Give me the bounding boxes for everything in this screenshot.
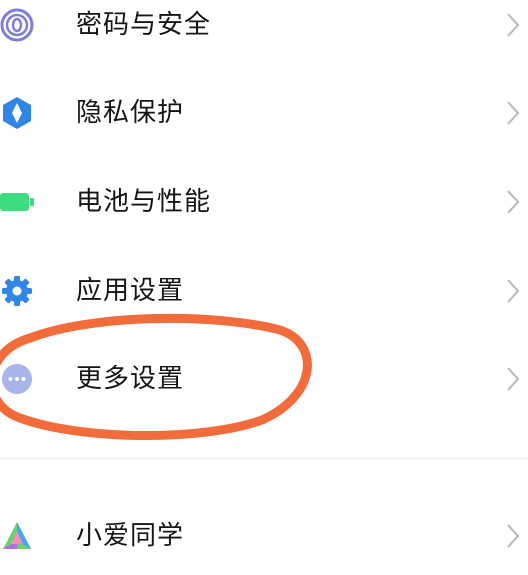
xiaoai-icon [0, 519, 34, 553]
chevron-right-icon [506, 99, 520, 127]
section-divider [0, 458, 528, 459]
settings-item-password-security[interactable]: 密码与安全 [0, 0, 528, 64]
settings-item-privacy[interactable]: 隐私保护 [0, 74, 528, 152]
settings-list: 密码与安全 隐私保护 电池与性能 应用设置 更多设置 小爱同学 [0, 0, 528, 552]
settings-item-label: 小爱同学 [76, 521, 185, 551]
settings-item-xiaoai[interactable]: 小爱同学 [0, 497, 528, 575]
settings-item-app-settings[interactable]: 应用设置 [0, 252, 528, 330]
chevron-right-icon [506, 522, 520, 550]
settings-item-battery-performance[interactable]: 电池与性能 [0, 163, 528, 241]
settings-item-label: 电池与性能 [76, 187, 212, 217]
gear-icon [0, 274, 34, 308]
settings-item-more-settings[interactable]: 更多设置 [0, 340, 528, 418]
more-dots-icon [0, 362, 34, 396]
chevron-right-icon [506, 188, 520, 216]
chevron-right-icon [506, 365, 520, 393]
settings-item-label: 应用设置 [76, 276, 185, 306]
settings-item-label: 更多设置 [76, 364, 185, 394]
settings-item-label: 隐私保护 [76, 98, 185, 128]
chevron-right-icon [506, 11, 520, 39]
battery-icon [0, 185, 34, 219]
privacy-shield-icon [0, 96, 34, 130]
settings-item-label: 密码与安全 [76, 10, 212, 40]
chevron-right-icon [506, 277, 520, 305]
fingerprint-icon [0, 8, 34, 42]
